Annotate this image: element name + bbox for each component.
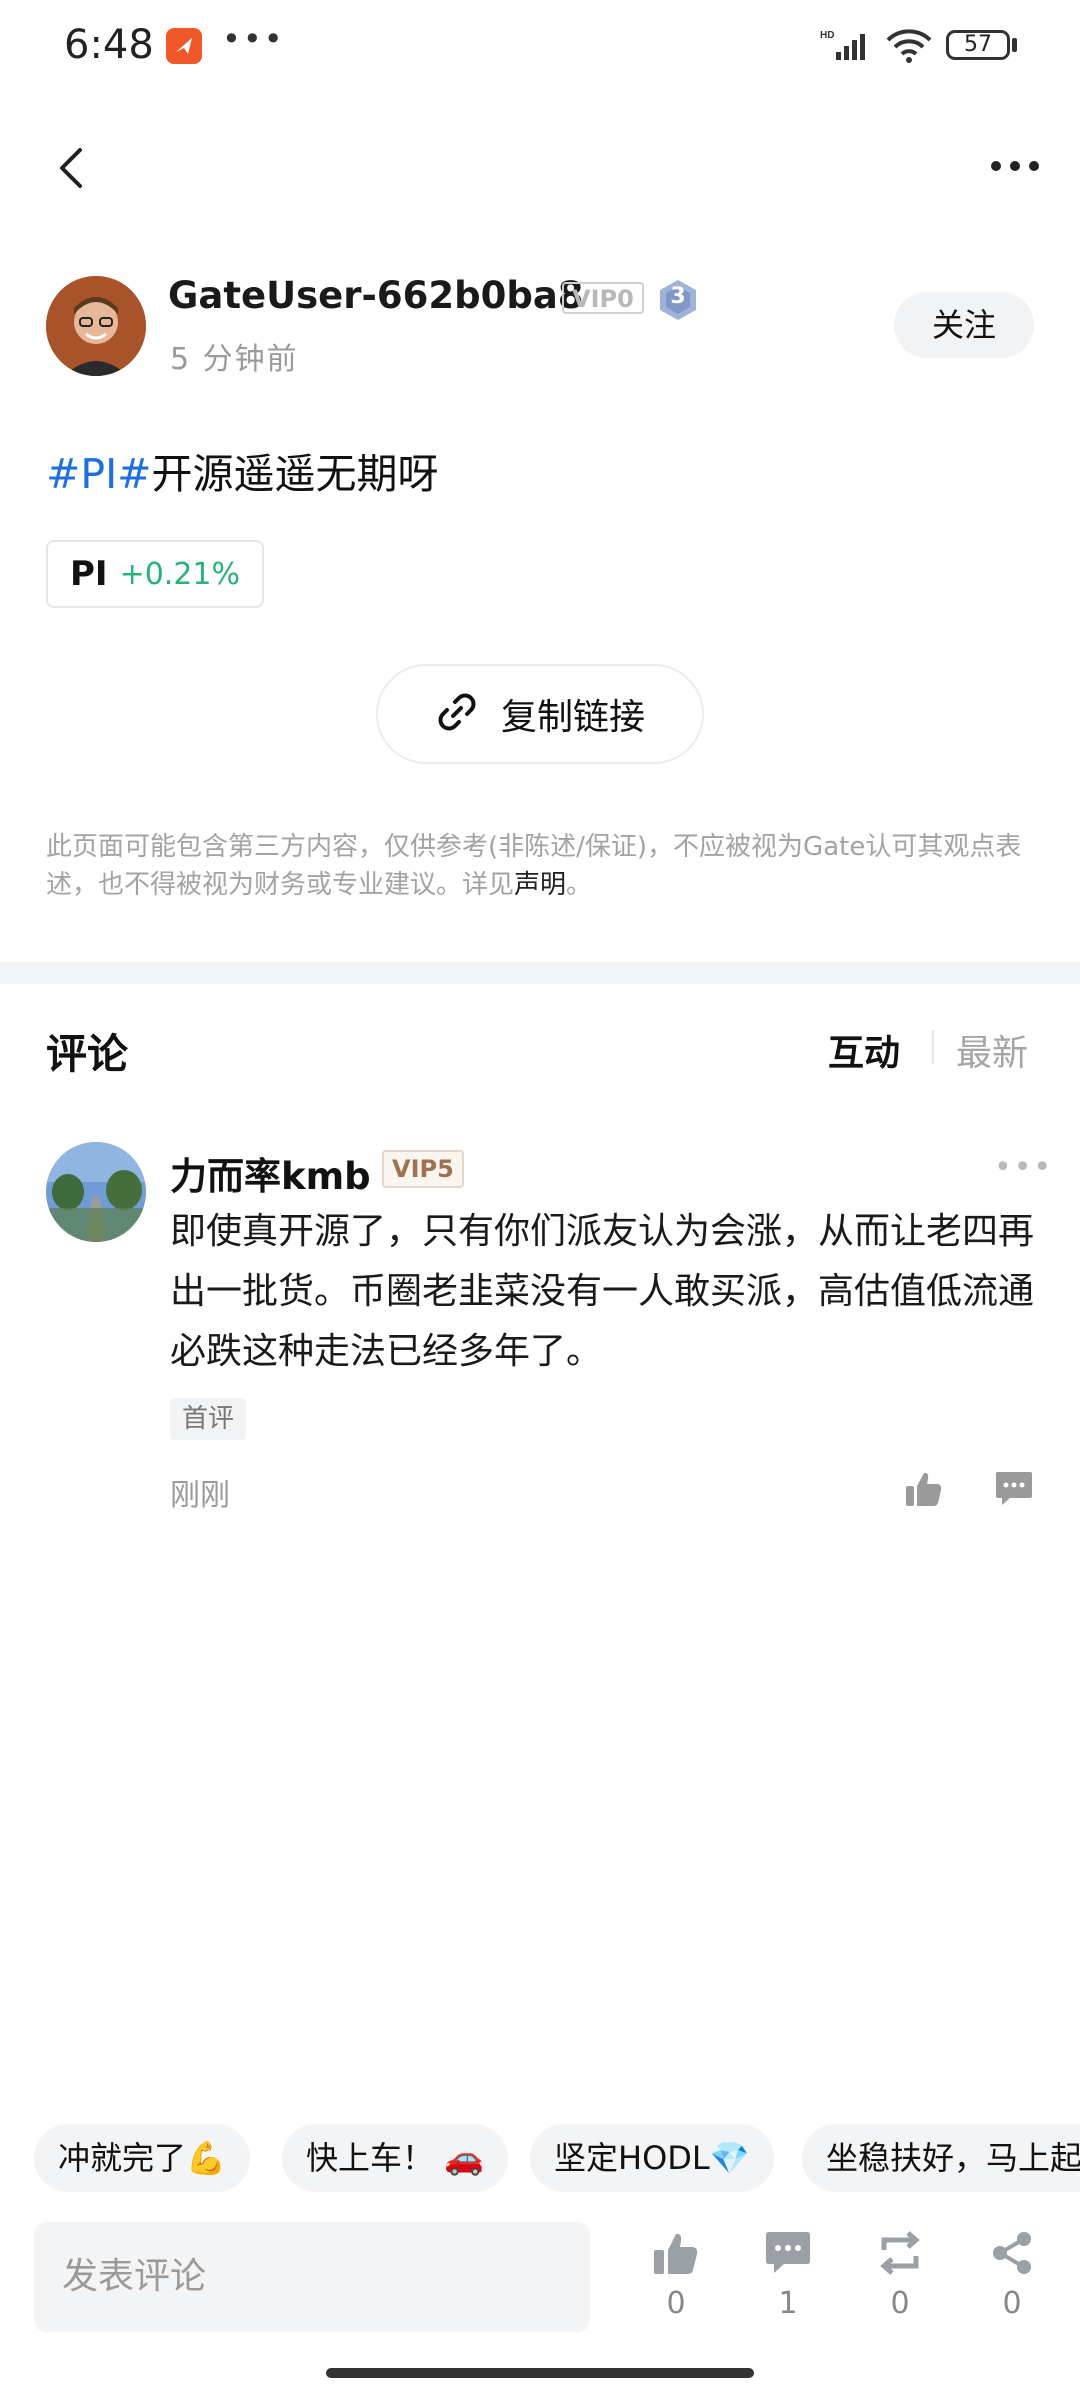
status-time: 6:48 bbox=[64, 22, 154, 68]
svg-text:HD: HD bbox=[820, 30, 834, 41]
vip-badge: VIP0 bbox=[562, 282, 644, 314]
signal-icon: HD bbox=[820, 28, 876, 68]
sort-separator bbox=[932, 1030, 934, 1064]
link-icon bbox=[435, 690, 479, 738]
post-hashtag[interactable]: #PI# bbox=[46, 450, 152, 498]
disclaimer-link[interactable]: 声明 bbox=[514, 870, 566, 900]
comment-reply-icon[interactable] bbox=[994, 1470, 1034, 1512]
copy-link-label: 复制链接 bbox=[500, 697, 645, 738]
quick-reply-chip[interactable]: 快上车！ 🚗 bbox=[282, 2124, 509, 2192]
repost-icon bbox=[876, 2231, 924, 2280]
comment-like-icon[interactable] bbox=[904, 1470, 944, 1512]
coin-chip[interactable]: PI +0.21% bbox=[46, 540, 265, 608]
more-icon[interactable] bbox=[990, 158, 1040, 177]
home-indicator[interactable] bbox=[326, 2368, 754, 2378]
comment-action[interactable]: 1 bbox=[748, 2230, 828, 2321]
comment-count: 1 bbox=[778, 2286, 798, 2321]
coin-symbol: PI bbox=[70, 554, 108, 594]
back-icon[interactable] bbox=[52, 146, 92, 194]
comment-text: 即使真开源了，只有你们派友认为会涨，从而让老四再出一批货。币圈老韭菜没有一人敢买… bbox=[170, 1211, 1035, 1372]
disclaimer-end: 。 bbox=[566, 870, 593, 900]
follow-button[interactable]: 关注 bbox=[894, 292, 1034, 358]
like-icon bbox=[652, 2233, 700, 2280]
share-action[interactable]: 0 bbox=[972, 2230, 1052, 2321]
comment-time: 刚刚 bbox=[170, 1478, 230, 1513]
sort-tab-new[interactable]: 最新 bbox=[956, 1024, 1028, 1076]
commenter-avatar[interactable] bbox=[46, 1142, 146, 1242]
wifi-icon bbox=[884, 26, 934, 70]
coin-change: +0.21% bbox=[119, 556, 241, 592]
comments-title: 评论 bbox=[46, 1030, 128, 1078]
repost-action[interactable]: 0 bbox=[860, 2230, 940, 2321]
share-icon bbox=[988, 2232, 1036, 2280]
disclaimer: 此页面可能包含第三方内容，仅供参考(非陈述/保证)，不应被视为Gate认可其观点… bbox=[46, 828, 1036, 904]
commenter-vip-badge: VIP5 bbox=[382, 1150, 464, 1188]
quick-reply-chip[interactable]: 坐稳扶好，马上起飞 bbox=[802, 2124, 1080, 2192]
commenter-name[interactable]: 力而率kmb bbox=[170, 1146, 371, 1200]
share-count: 0 bbox=[1002, 2286, 1022, 2321]
level-badge: 3 bbox=[658, 278, 698, 322]
quick-reply-chip[interactable]: 冲就完了💪 bbox=[34, 2124, 250, 2192]
comment-icon bbox=[764, 2232, 812, 2280]
battery-indicator: 57 bbox=[946, 30, 1010, 60]
battery-tip bbox=[1012, 38, 1017, 52]
post-content: #PI#开源遥遥无期呀 bbox=[46, 440, 439, 500]
author-name[interactable]: GateUser-662b0ba8 bbox=[168, 274, 584, 317]
like-action[interactable]: 0 bbox=[636, 2230, 716, 2321]
comment-input[interactable]: 发表评论 bbox=[34, 2222, 590, 2332]
copy-link-button[interactable]: 复制链接 bbox=[376, 664, 704, 764]
repost-count: 0 bbox=[890, 2286, 910, 2321]
first-comment-badge: 首评 bbox=[170, 1398, 247, 1440]
sort-tab-hot[interactable]: 互动 bbox=[828, 1024, 900, 1076]
quick-reply-chip[interactable]: 坚定HODL💎 bbox=[530, 2124, 774, 2192]
app-notification-icon bbox=[166, 28, 202, 64]
level-number: 3 bbox=[670, 284, 686, 309]
author-avatar[interactable] bbox=[46, 276, 146, 376]
like-count: 0 bbox=[666, 2286, 686, 2321]
post-text: 开源遥遥无期呀 bbox=[151, 450, 439, 498]
post-time: 5 分钟前 bbox=[170, 342, 299, 377]
section-divider bbox=[0, 962, 1080, 984]
comment-more-icon[interactable]: ••• bbox=[994, 1150, 1053, 1185]
more-notifications-icon: ••• bbox=[222, 20, 285, 58]
